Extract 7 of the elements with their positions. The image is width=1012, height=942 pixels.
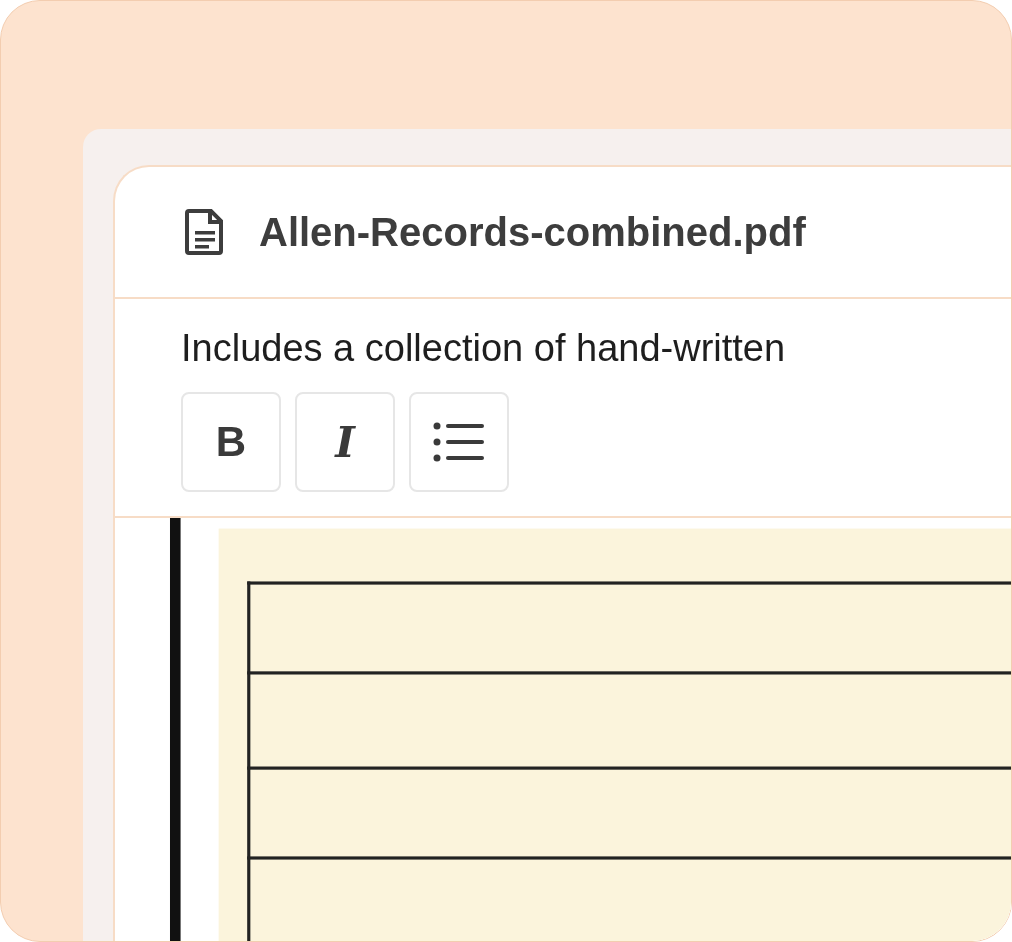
bullet-list-button[interactable] [409,392,509,492]
file-name: Allen-Records-combined.pdf [259,209,806,255]
bold-button[interactable]: B [181,392,281,492]
description-text: Includes a collection of hand-written [181,327,787,370]
document-icon [185,209,225,255]
italic-button[interactable]: I [295,392,395,492]
bullet-list-icon [433,421,485,463]
